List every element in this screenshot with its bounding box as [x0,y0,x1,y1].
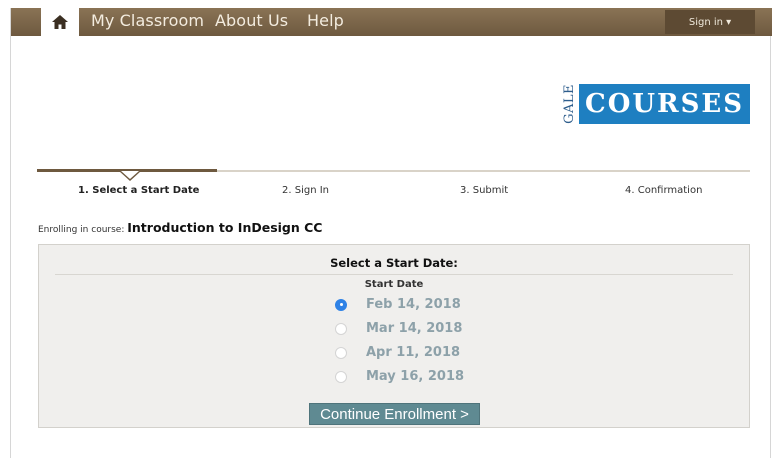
date-option-label: May 16, 2018 [366,369,465,384]
step-confirmation: 4. Confirmation [625,185,703,196]
continue-enrollment-button[interactable]: Continue Enrollment > [309,403,480,425]
home-button[interactable] [41,8,79,36]
top-navbar: My Classroom About Us Help Sign in ▾ [11,8,772,36]
radio-button[interactable] [335,346,347,359]
date-option-label: Apr 11, 2018 [366,345,461,360]
enrolling-course-line: Enrolling in course: Introduction to InD… [38,220,322,235]
nav-my-classroom[interactable]: My Classroom [91,11,204,30]
date-option-3[interactable]: Apr 11, 2018 [335,345,460,360]
start-date-column-header: Start Date [364,279,424,290]
enrolling-label: Enrolling in course: [38,225,125,235]
radio-button-selected[interactable] [335,298,347,311]
progress-pointer-inner [121,171,139,179]
sign-in-dropdown[interactable]: Sign in ▾ [665,10,755,34]
logo-gale-text: GALE [562,84,577,124]
start-date-panel: Select a Start Date: Start Date Feb 14, … [38,244,750,428]
date-option-label: Feb 14, 2018 [366,297,461,312]
panel-title: Select a Start Date: [330,256,458,270]
course-name: Introduction to InDesign CC [127,220,323,235]
step-sign-in: 2. Sign In [282,185,329,196]
step-select-start-date: 1. Select a Start Date [78,185,200,196]
radio-button[interactable] [335,370,347,383]
logo-courses-text: COURSES [579,84,750,124]
nav-about-us[interactable]: About Us [215,11,288,30]
date-option-label: Mar 14, 2018 [366,321,463,336]
step-submit: 3. Submit [460,185,509,196]
home-icon [52,15,68,29]
date-option-2[interactable]: Mar 14, 2018 [335,321,462,336]
panel-divider [55,274,733,275]
date-option-4[interactable]: May 16, 2018 [335,369,464,384]
nav-help[interactable]: Help [307,11,344,30]
gale-courses-logo: GALE COURSES [562,84,750,124]
page-frame: My Classroom About Us Help Sign in ▾ GAL… [10,8,772,458]
date-option-1[interactable]: Feb 14, 2018 [335,297,461,312]
radio-button[interactable] [335,322,347,335]
